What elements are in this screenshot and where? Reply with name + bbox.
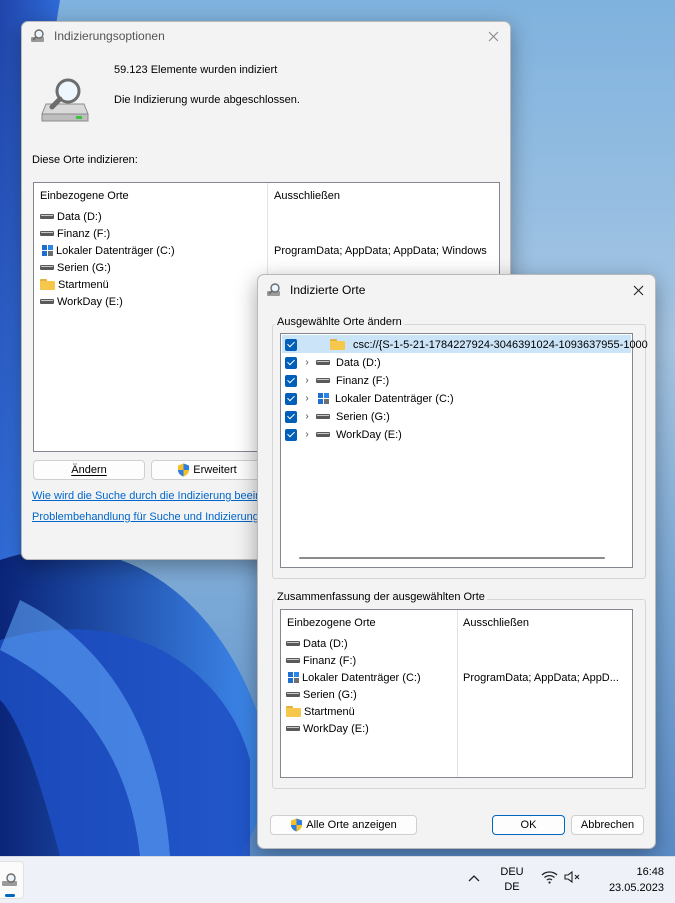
column-header-included[interactable]: Einbezogene Orte (287, 617, 376, 629)
list-item[interactable]: Data (D:) (286, 635, 348, 652)
indexed-count: 59.123 Elemente wurden indiziert (114, 64, 278, 76)
exclude-value: ProgramData; AppData; AppD... (463, 671, 619, 684)
input-language[interactable]: DEU DE (496, 865, 528, 895)
chevron-right-icon[interactable]: › (302, 393, 312, 404)
drive-icon (316, 413, 330, 420)
column-header-exclude[interactable]: Ausschließen (463, 617, 529, 629)
tree-item[interactable]: csc://{S-1-5-21-1784227924-3046391024-10… (285, 336, 648, 353)
wifi-icon[interactable] (541, 870, 558, 884)
tree-item[interactable]: › Data (D:) (285, 354, 381, 371)
drive-icon (316, 359, 330, 366)
search-drive-icon (31, 29, 44, 42)
list-item[interactable]: Finanz (F:) (286, 652, 356, 669)
drive-icon (40, 213, 54, 220)
horizontal-scrollbar[interactable] (299, 557, 605, 559)
chevron-right-icon[interactable]: › (302, 429, 312, 440)
windows-drive-icon (42, 245, 53, 256)
windows-drive-icon (318, 393, 329, 404)
help-link-troubleshoot[interactable]: Problembehandlung für Suche und Indizier… (32, 511, 259, 523)
uac-shield-icon (291, 818, 303, 832)
tree-item[interactable]: › Finanz (F:) (285, 372, 389, 389)
indexing-status-icon (41, 78, 89, 122)
drive-icon (40, 264, 54, 271)
uac-shield-icon (178, 463, 190, 477)
close-icon (633, 285, 643, 295)
tree-item[interactable]: › WorkDay (E:) (285, 426, 402, 443)
list-item[interactable]: Lokaler Datenträger (C:) (286, 669, 421, 686)
title-bar: Indizierte Orte (258, 275, 655, 305)
summary-list[interactable]: Einbezogene Orte Ausschließen Data (D:) … (280, 609, 633, 778)
list-item[interactable]: WorkDay (E:) (286, 720, 369, 737)
show-all-locations-button[interactable]: Alle Orte anzeigen (270, 815, 417, 835)
list-item[interactable]: Serien (G:) (286, 686, 357, 703)
taskbar-app-indexing[interactable] (0, 861, 24, 899)
time: 16:48 (636, 866, 664, 878)
column-header-exclude[interactable]: Ausschließen (274, 190, 340, 202)
tree-item[interactable]: › Lokaler Datenträger (C:) (285, 390, 454, 407)
date: 23.05.2023 (608, 882, 664, 894)
chevron-right-icon[interactable]: › (302, 375, 312, 386)
drive-icon (316, 377, 330, 384)
help-link-how-indexing[interactable]: Wie wird die Suche durch die Indizierung… (32, 490, 264, 502)
list-item[interactable]: Serien (G:) (40, 259, 111, 276)
drive-icon (40, 298, 54, 305)
indexed-locations-dialog: Indizierte Orte Ausgewählte Orte ändern … (257, 274, 656, 849)
indexing-status: Die Indizierung wurde abgeschlossen. (114, 94, 300, 106)
drive-icon (286, 691, 300, 698)
search-drive-icon (267, 283, 280, 296)
close-icon (488, 31, 498, 41)
close-button[interactable] (621, 275, 655, 305)
drive-icon (286, 640, 300, 647)
close-button[interactable] (476, 22, 510, 50)
chevron-right-icon[interactable]: › (302, 357, 312, 368)
checkbox-checked[interactable] (285, 356, 297, 369)
dialog-title: Indizierte Orte (290, 283, 366, 297)
windows-drive-icon (288, 672, 299, 683)
checkbox-checked[interactable] (285, 374, 297, 387)
advanced-button[interactable]: Erweitert (151, 460, 263, 480)
list-item[interactable]: Startmenü (286, 703, 355, 720)
locations-label: Diese Orte indizieren: (32, 154, 138, 166)
list-item[interactable]: Data (D:) (40, 208, 102, 225)
change-locations-label: Ausgewählte Orte ändern (275, 316, 404, 328)
window-title: Indizierungsoptionen (54, 29, 165, 43)
drive-icon (40, 230, 54, 237)
chevron-up-icon[interactable] (468, 874, 480, 882)
list-item[interactable]: Finanz (F:) (40, 225, 110, 242)
chevron-right-icon[interactable]: › (302, 411, 312, 422)
checkbox-checked[interactable] (285, 428, 297, 441)
drive-icon (286, 725, 300, 732)
locations-tree[interactable]: csc://{S-1-5-21-1784227924-3046391024-10… (280, 333, 648, 568)
title-bar: Indizierungsoptionen (22, 22, 510, 50)
taskbar: DEU DE 16:48 23.05.2023 (0, 856, 675, 903)
folder-icon (330, 339, 346, 350)
volume-muted-icon[interactable] (564, 870, 582, 884)
drive-icon (316, 431, 330, 438)
summary-label: Zusammenfassung der ausgewählten Orte (275, 591, 487, 603)
list-item[interactable]: Startmenü (40, 276, 109, 293)
drive-icon (286, 657, 300, 664)
modify-button[interactable]: Ändern (33, 460, 145, 480)
folder-icon (40, 279, 55, 290)
checkbox-checked[interactable] (285, 392, 297, 405)
tree-item[interactable]: › Serien (G:) (285, 408, 390, 425)
list-item[interactable]: WorkDay (E:) (40, 293, 123, 310)
checkbox-checked[interactable] (285, 338, 297, 351)
column-header-included[interactable]: Einbezogene Orte (40, 190, 129, 202)
ok-button[interactable]: OK (492, 815, 565, 835)
folder-icon (286, 706, 301, 717)
exclude-value: ProgramData; AppData; AppData; Windows (274, 244, 487, 257)
list-item[interactable]: Lokaler Datenträger (C:) (40, 242, 175, 259)
checkbox-checked[interactable] (285, 410, 297, 423)
search-drive-icon (2, 873, 17, 886)
clock[interactable]: 16:48 23.05.2023 (592, 864, 664, 896)
cancel-button[interactable]: Abbrechen (571, 815, 644, 835)
